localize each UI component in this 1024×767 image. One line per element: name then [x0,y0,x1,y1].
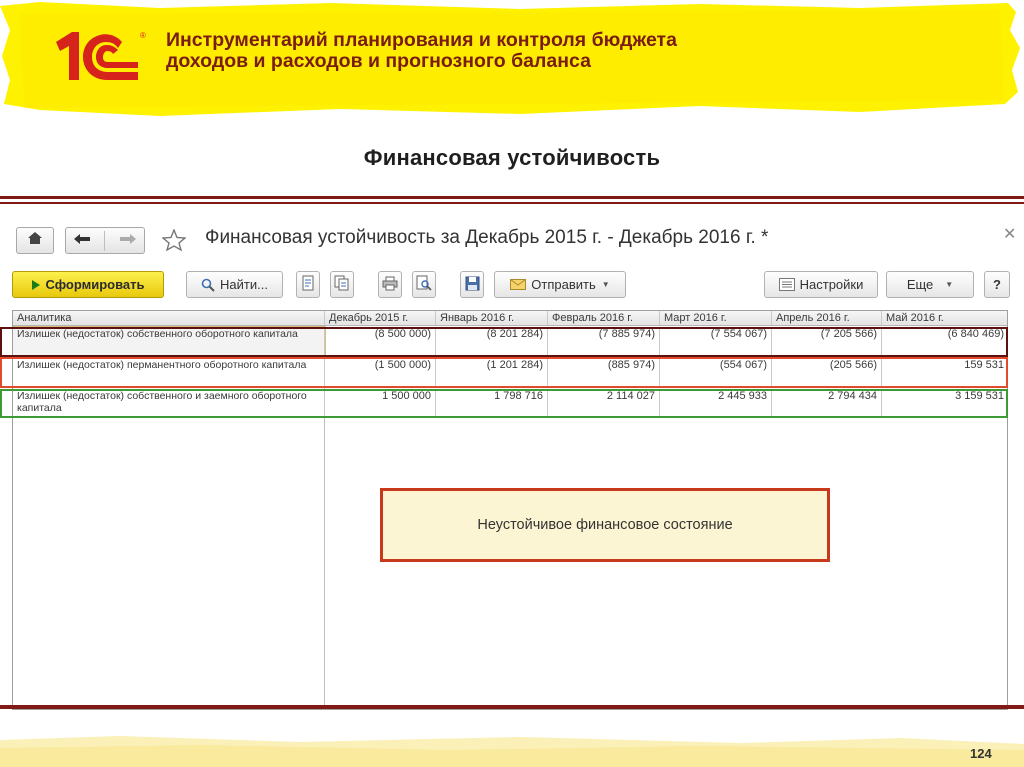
preview-button[interactable] [412,271,436,298]
row-label[interactable]: Излишек (недостаток) собственного оборот… [13,326,326,357]
table-cell[interactable]: 1 798 716 [436,389,548,418]
svg-text:®: ® [140,31,146,40]
settings-button[interactable]: Настройки [764,271,878,298]
page-number: 124 [970,746,992,761]
table-cell[interactable]: (885 974) [548,358,660,387]
table-cell[interactable]: 2 114 027 [548,389,660,418]
footer-banner [0,710,1024,767]
table-row[interactable]: Излишек (недостаток) собственного и заем… [13,389,1007,418]
top-divider-thin [0,202,1024,204]
send-button-label: Отправить [531,277,596,292]
print-icon [382,276,398,294]
window-title: Финансовая устойчивость за Декабрь 2015 … [205,227,769,248]
envelope-icon [510,279,527,290]
print-button[interactable] [378,271,402,298]
play-icon [31,279,41,290]
column-header[interactable]: Декабрь 2015 г. [325,311,436,325]
help-button[interactable]: ? [984,271,1010,298]
table-cell[interactable]: (1 201 284) [436,358,548,387]
table-cell[interactable]: (8 500 000) [325,327,436,356]
home-icon [27,231,43,250]
star-icon[interactable] [161,228,187,256]
help-button-label: ? [993,277,1001,292]
column-header[interactable]: Январь 2016 г. [436,311,548,325]
1c-logo: ® [52,26,152,86]
settings-button-label: Настройки [799,277,864,292]
table-cell[interactable]: (205 566) [772,358,882,387]
callout-box: Неустойчивое финансовое состояние [380,488,830,562]
nav-separator [104,230,106,251]
find-button-label: Найти... [220,277,268,292]
table-header: Аналитика Декабрь 2015 г. Январь 2016 г.… [13,311,1007,326]
table-cell[interactable]: 2 445 933 [660,389,772,418]
table-cell[interactable]: (6 840 469) [882,327,1007,356]
table-cell[interactable]: 3 159 531 [882,389,1007,418]
more-button-label: Еще [906,277,934,292]
top-divider [0,196,1024,199]
column-header[interactable]: Аналитика [13,311,325,325]
save-button[interactable] [460,271,484,298]
chevron-down-icon: ▼ [601,280,610,289]
save-icon [465,276,480,294]
table-row[interactable]: Излишек (недостаток) перманентного оборо… [13,358,1007,387]
table-row[interactable]: Излишек (недостаток) собственного оборот… [13,326,1007,357]
home-button[interactable] [16,227,54,254]
search-icon [201,278,215,292]
back-arrow-icon[interactable] [73,232,91,250]
document-button[interactable] [296,271,320,298]
generate-button-label: Сформировать [45,277,145,292]
row-label[interactable]: Излишек (недостаток) перманентного оборо… [13,358,325,387]
chevron-down-icon: ▼ [945,280,954,289]
table-cell[interactable]: 2 794 434 [772,389,882,418]
bottom-divider [0,705,1024,709]
section-title: Финансовая устойчивость [363,145,661,170]
row-label[interactable]: Излишек (недостаток) собственного и заем… [13,389,325,418]
preview-icon [416,275,432,294]
close-icon[interactable]: ✕ [1003,224,1016,244]
send-button[interactable]: Отправить ▼ [494,271,626,298]
find-button[interactable]: Найти... [186,271,283,298]
more-button[interactable]: Еще ▼ [886,271,974,298]
document-icon [301,275,315,294]
callout-text: Неустойчивое финансовое состояние [477,517,733,533]
copy-icon [334,275,350,294]
table-cell[interactable]: (1 500 000) [325,358,436,387]
table-cell[interactable]: (7 885 974) [548,327,660,356]
app-window: Финансовая устойчивость за Декабрь 2015 … [0,210,1016,710]
column-header[interactable]: Февраль 2016 г. [548,311,660,325]
forward-arrow-icon[interactable] [119,232,137,250]
table-cell[interactable]: (8 201 284) [436,327,548,356]
table-cell[interactable]: (7 205 566) [772,327,882,356]
generate-button[interactable]: Сформировать [12,271,164,298]
slide-title: Инструментарий планирования и контроля б… [166,29,677,72]
column-header[interactable]: Апрель 2016 г. [772,311,882,325]
column-header[interactable]: Май 2016 г. [882,311,1007,325]
table-cell[interactable]: 1 500 000 [325,389,436,418]
column-header[interactable]: Март 2016 г. [660,311,772,325]
table-cell[interactable]: 159 531 [882,358,1007,387]
table-cell[interactable]: (7 554 067) [660,327,772,356]
navigation-buttons [65,227,145,254]
table-cell[interactable]: (554 067) [660,358,772,387]
copy-button[interactable] [330,271,354,298]
settings-list-icon [778,278,795,291]
